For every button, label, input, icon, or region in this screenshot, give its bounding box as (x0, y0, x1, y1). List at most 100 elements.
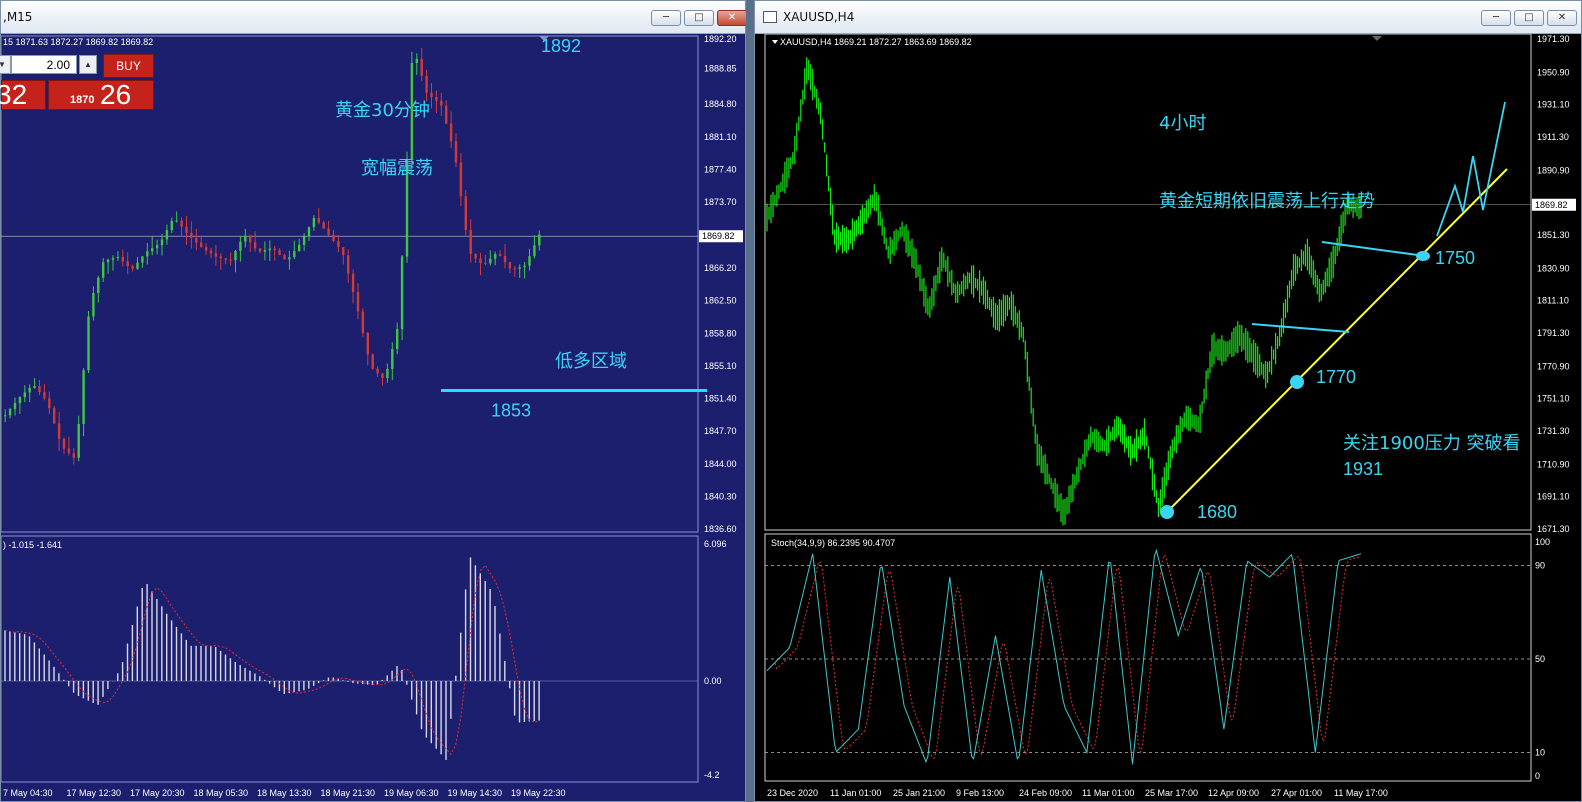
candle-body (141, 256, 144, 263)
pivot-point-1750 (1416, 251, 1430, 261)
candle-body (523, 265, 526, 268)
price-axis-label: 1791.30 (1537, 328, 1570, 338)
left-window-titlebar[interactable]: ,M15 ─ □ ✕ (1, 1, 747, 34)
candle-body (322, 222, 325, 229)
candle-body (43, 392, 46, 399)
candle-body (351, 273, 355, 293)
close-button[interactable]: ✕ (717, 10, 747, 26)
close-button[interactable]: ✕ (1547, 10, 1577, 26)
candle-body (234, 250, 237, 261)
candle-body (18, 397, 22, 404)
candle-body (538, 234, 541, 246)
left-chart-area[interactable]: 1892.20 1888.85 1884.80 1881.10 1877.40 1873.… (1, 34, 745, 801)
candle-body (175, 220, 178, 222)
candle-body (121, 256, 124, 262)
candle-body (327, 228, 330, 235)
candle-body (111, 258, 115, 260)
price-axis-label: 1847.70 (704, 426, 737, 436)
candle-body (376, 368, 379, 374)
price-axis-label: 1836.60 (704, 524, 737, 534)
time-axis-label: 19 May 06:30 (384, 788, 439, 798)
price-axis-label: 1855.10 (704, 361, 737, 371)
price-axis-label: 1811.10 (1537, 296, 1569, 306)
candle-body (391, 349, 394, 370)
price-axis-label: 1858.80 (704, 328, 737, 338)
price-axis-label: 1770.90 (1537, 361, 1570, 371)
candle-body (165, 230, 169, 240)
candle-body (400, 256, 404, 330)
candle-body (219, 256, 222, 259)
candle-body (146, 251, 149, 257)
price-axis-label: 1731.30 (1537, 426, 1570, 436)
candle-body (366, 332, 369, 355)
candle-body (155, 245, 159, 249)
candle-body (131, 266, 134, 269)
time-axis-label: 19 May 14:30 (448, 788, 503, 798)
candle-body (302, 236, 306, 245)
candle-body (273, 248, 276, 251)
candle-body (106, 259, 110, 263)
lot-size-input[interactable]: 2.00 (11, 55, 77, 74)
zone-annotation-label: 低多区域 (555, 351, 627, 372)
price-axis-label: 1851.40 (704, 394, 737, 404)
buy-price-big: 26 (100, 79, 132, 110)
right-window-titlebar[interactable]: XAUUSD,H4 ─ □ ✕ (755, 1, 1581, 34)
price-axis-label: 1911.30 (1537, 132, 1569, 142)
candle-body (160, 239, 164, 246)
price-axis-label: 1888.85 (704, 64, 737, 74)
pivot-label-1680: 1680 (1197, 502, 1237, 522)
pivot-label-1770: 1770 (1316, 367, 1356, 387)
candle-body (293, 251, 296, 258)
buy-price-box[interactable]: 1870 26 (48, 79, 154, 110)
candle-body (268, 248, 271, 251)
candle-body (347, 255, 350, 274)
candle-body (440, 100, 443, 106)
candle-body (415, 58, 418, 63)
candle-body (253, 242, 257, 249)
candle-body (381, 373, 384, 378)
candle-body (386, 369, 389, 378)
candle-body (337, 240, 340, 248)
candle-body (180, 220, 183, 227)
time-axis-label: 24 Feb 09:00 (1019, 788, 1072, 798)
candle-body (195, 237, 198, 243)
price-axis-label: 1950.90 (1537, 67, 1570, 77)
candle-body (356, 292, 360, 312)
stochastic-info-line: Stoch(34,9,9) 86.2395 90.4707 (771, 538, 895, 548)
right-chart-area[interactable]: XAUUSD,H4 1869.21 1872.27 1863.69 1869.8… (755, 34, 1581, 801)
candle-body (503, 255, 507, 263)
lot-increase-button[interactable]: ▲ (79, 55, 97, 74)
candle-body (13, 403, 17, 410)
candle-body (454, 141, 458, 163)
lot-decrease-button[interactable]: ▼ (0, 55, 11, 74)
candle-body (190, 232, 193, 238)
indicator-axis-label: -4.2 (704, 770, 720, 780)
pivot-point-1680 (1160, 505, 1174, 519)
one-click-trading-panel: ▼ 2.00 ▲ BUY 32 1870 26 (0, 53, 155, 111)
price-axis-label: 1691.10 (1537, 492, 1570, 502)
time-axis-label: 12 Apr 09:00 (1208, 788, 1259, 798)
candle-body (283, 254, 286, 260)
maximize-button[interactable]: □ (1514, 10, 1544, 26)
time-axis-label: 9 Feb 13:00 (956, 788, 1004, 798)
stochastic-axis-label: 50 (1535, 654, 1545, 664)
buy-button[interactable]: BUY (103, 54, 154, 78)
candle-body (82, 370, 85, 425)
buy-price-small: 1870 (70, 94, 95, 106)
candle-body (464, 196, 467, 231)
candle-body (224, 258, 227, 260)
sell-price-box[interactable]: 32 (0, 79, 46, 110)
candle-body (425, 75, 428, 93)
price-axis-label: 1869.82 (702, 231, 735, 241)
pivot-label-1750: 1750 (1435, 248, 1475, 268)
minimize-button[interactable]: ─ (651, 10, 681, 26)
maximize-button[interactable]: □ (684, 10, 714, 26)
minimize-button[interactable]: ─ (1481, 10, 1511, 26)
window-divider[interactable] (746, 0, 754, 802)
time-axis-label: 17 May 20:30 (130, 788, 185, 798)
candle-body (396, 329, 399, 350)
stochastic-axis-label: 100 (1535, 537, 1550, 547)
support-level-label: 1853 (491, 400, 531, 420)
candle-body (209, 250, 213, 254)
candle-body (67, 448, 71, 454)
